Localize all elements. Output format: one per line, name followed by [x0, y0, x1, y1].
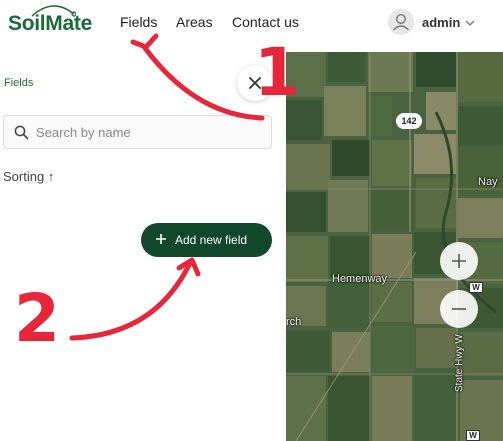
- search-box[interactable]: [3, 115, 272, 149]
- breadcrumb-fields[interactable]: Fields: [4, 77, 33, 89]
- step-number-1: 1: [254, 34, 300, 111]
- zoom-out-button[interactable]: [440, 290, 478, 328]
- plus-icon: [156, 234, 166, 244]
- user-icon: [392, 13, 410, 31]
- map-road-label: State Hwy W: [454, 334, 465, 392]
- add-new-field-button[interactable]: Add new field: [141, 223, 272, 257]
- chevron-down-icon: [465, 20, 475, 26]
- zoom-in-button[interactable]: [440, 242, 478, 280]
- route-shield: 142: [396, 113, 422, 129]
- soilmate-logo[interactable]: SoilMate: [8, 2, 100, 44]
- search-input[interactable]: [36, 116, 264, 148]
- map-place-label: rch: [286, 316, 302, 328]
- user-menu[interactable]: admin: [388, 9, 498, 37]
- minus-icon: [452, 308, 466, 310]
- satellite-map[interactable]: 142 Hemenway Nay rch State Hwy W W W: [286, 52, 503, 441]
- map-place-label: Hemenway: [332, 273, 388, 285]
- nav-areas[interactable]: Areas: [176, 14, 213, 30]
- road-marker: W: [466, 430, 480, 441]
- top-header: SoilMate Fields Areas Contact us admin: [0, 0, 503, 46]
- nav-contact-us[interactable]: Contact us: [232, 14, 299, 30]
- fields-sidebar: Fields Sorting ↑ Add new field: [0, 46, 286, 441]
- search-icon: [14, 125, 29, 140]
- sorting-toggle[interactable]: Sorting ↑: [3, 169, 54, 184]
- add-new-field-label: Add new field: [175, 233, 248, 247]
- map-place-label: Nay: [478, 176, 498, 188]
- logo-text: SoilMate: [8, 12, 92, 35]
- user-name: admin: [422, 15, 461, 30]
- plus-icon: [452, 254, 466, 268]
- step-number-2: 2: [14, 280, 60, 357]
- nav-fields[interactable]: Fields: [120, 14, 157, 30]
- avatar: [388, 9, 414, 35]
